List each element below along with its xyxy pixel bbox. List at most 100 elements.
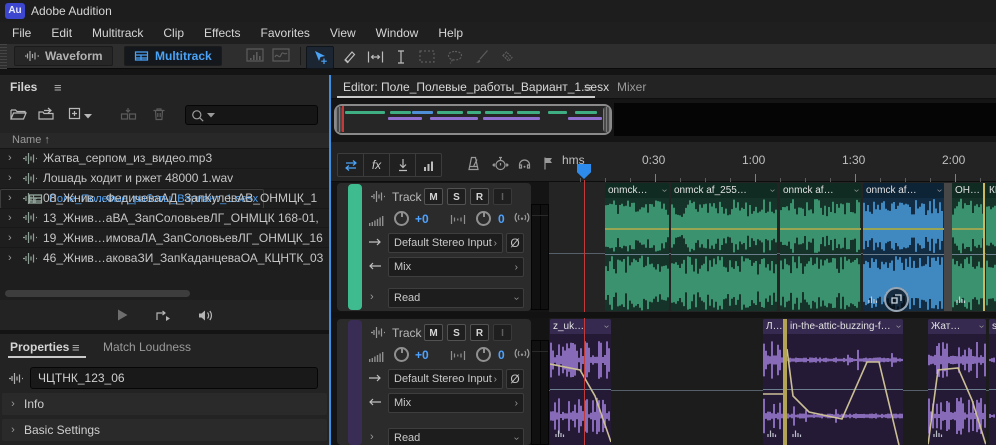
toggle-editor-button[interactable]: [337, 153, 364, 177]
menu-edit[interactable]: Edit: [41, 22, 82, 44]
clip-track1-2[interactable]: onmck af_255…›: [671, 183, 777, 311]
marquee-tool-button[interactable]: [414, 46, 440, 67]
track1-automation-expander[interactable]: ›: [370, 291, 374, 303]
track1-mute-button[interactable]: M: [424, 188, 443, 205]
track2-input-monitor-button[interactable]: I: [493, 324, 512, 341]
navigator-right-handle[interactable]: [603, 107, 610, 132]
section-info[interactable]: ›Info: [2, 393, 327, 415]
file-row[interactable]: › 46_Жнив…аковаЗИ_ЗапКаданцеваОА_КЦНТК_0…: [0, 248, 329, 268]
mixdown-button[interactable]: [389, 153, 416, 177]
clip-edge-marker[interactable]: [983, 183, 985, 311]
lasso-tool-button[interactable]: [442, 46, 468, 67]
properties-name-input[interactable]: ЧЦТНК_123_06: [30, 367, 318, 389]
track2-color-strip[interactable]: [348, 320, 362, 445]
track1-pan-knob[interactable]: [476, 211, 491, 226]
import-files-icon[interactable]: [38, 107, 56, 120]
track2-automation-expander[interactable]: ›: [370, 431, 374, 443]
file-row[interactable]: › Жатва_серпом_из_видео.mp3: [0, 149, 329, 169]
editor-tab-menu-icon[interactable]: ≡: [584, 80, 592, 95]
marker-icon[interactable]: [541, 156, 554, 170]
move-tool-button[interactable]: [306, 46, 334, 69]
menu-multitrack[interactable]: Multitrack: [82, 22, 153, 44]
tab-match-loudness[interactable]: Match Loudness: [103, 340, 191, 354]
clip-track1-5[interactable]: ОН…: [952, 183, 985, 311]
volume-envelope[interactable]: [605, 228, 669, 230]
files-search-input[interactable]: [185, 105, 318, 125]
clip-track2-2[interactable]: Л…: [763, 319, 785, 445]
volume-envelope[interactable]: [863, 228, 944, 230]
timeline-ruler[interactable]: hms 0:30 1:00 1:30 2:00: [560, 148, 996, 182]
volume-envelope[interactable]: [787, 334, 903, 445]
files-panel-menu-icon[interactable]: ≡: [54, 80, 62, 95]
menu-file[interactable]: File: [2, 22, 41, 44]
track2-volume-knob[interactable]: [394, 347, 409, 362]
clip-menu-icon[interactable]: ›: [976, 325, 986, 328]
spectral-pitch-icon[interactable]: [272, 48, 290, 62]
play-icon[interactable]: [116, 308, 129, 322]
track1-monitor-icon[interactable]: [514, 212, 532, 223]
spot-healing-tool-button[interactable]: [494, 46, 520, 67]
clip-menu-icon[interactable]: ›: [601, 325, 611, 328]
track1-solo-button[interactable]: S: [447, 188, 466, 205]
speaker-icon[interactable]: [197, 309, 213, 322]
clip-track2-3[interactable]: in-the-attic-buzzing-f…›: [787, 319, 903, 445]
clip-menu-icon[interactable]: ›: [851, 189, 861, 192]
menu-clip[interactable]: Clip: [153, 22, 194, 44]
track1-input-monitor-button[interactable]: I: [493, 188, 512, 205]
track2-input-select[interactable]: Default Stereo Input›: [388, 369, 503, 389]
track2-pan-value[interactable]: 0: [498, 348, 505, 362]
clip-gain-icon[interactable]: [867, 290, 879, 308]
waveform-view-button[interactable]: Waveform: [14, 46, 113, 66]
track1-phase-button[interactable]: Ø: [506, 233, 524, 253]
track1-automation-select[interactable]: Read›: [388, 288, 524, 308]
volume-envelope[interactable]: [780, 228, 861, 230]
files-hscrollbar-thumb[interactable]: [5, 290, 190, 297]
autoplay-loop-icon[interactable]: [155, 309, 171, 322]
track2-phase-button[interactable]: Ø: [506, 369, 524, 389]
clip-track1-3[interactable]: onmck af…›: [780, 183, 861, 311]
insert-into-multitrack-icon[interactable]: [120, 107, 137, 120]
track2-pan-knob[interactable]: [476, 347, 491, 362]
track1-color-strip[interactable]: [348, 184, 362, 310]
menu-favorites[interactable]: Favorites: [251, 22, 320, 44]
volume-envelope[interactable]: [952, 228, 985, 230]
clip-track2-1[interactable]: z_uk…›: [550, 319, 611, 445]
clip-menu-icon[interactable]: ›: [893, 325, 903, 328]
tab-properties[interactable]: Properties: [10, 340, 69, 354]
files-name-column-header[interactable]: Name ↑: [0, 133, 329, 149]
menu-view[interactable]: View: [320, 22, 366, 44]
menu-effects[interactable]: Effects: [194, 22, 250, 44]
file-row[interactable]: › 13_Жнив…аВА_ЗапСоловьевЛГ_ОНМЦК 168-01…: [0, 209, 329, 229]
metering-button[interactable]: [415, 153, 442, 177]
clip-gain-icon[interactable]: [932, 424, 944, 442]
clip-menu-icon[interactable]: ›: [767, 189, 777, 192]
new-item-caret-icon[interactable]: [84, 114, 92, 119]
clip-track2-4[interactable]: Жат…›: [928, 319, 986, 445]
track2-record-button[interactable]: R: [470, 324, 489, 341]
clip-gain-icon[interactable]: [554, 424, 566, 442]
time-selection-tool-button[interactable]: [388, 46, 414, 67]
tab-editor[interactable]: Editor: Поле_Полевые_работы_Вариант_1.se…: [343, 80, 609, 94]
track2-monitor-icon[interactable]: [514, 348, 532, 359]
spectral-frequency-icon[interactable]: [246, 48, 264, 62]
open-file-icon[interactable]: [10, 107, 27, 120]
volume-envelope[interactable]: [671, 228, 777, 230]
track2-volume-value[interactable]: +0: [415, 348, 429, 362]
track1-pan-value[interactable]: 0: [498, 212, 505, 226]
section-basic-settings[interactable]: ›Basic Settings: [2, 419, 327, 441]
razor-tool-button[interactable]: [336, 46, 362, 67]
clip-boundary-marker[interactable]: [783, 319, 787, 445]
clip-gain-icon[interactable]: [791, 424, 803, 442]
file-row[interactable]: › 19_Жнив…имоваЛА_ЗапСоловьевЛГ_ОНМЦК_16: [0, 228, 329, 248]
track1-input-select[interactable]: Default Stereo Input›: [388, 233, 503, 253]
track1-record-button[interactable]: R: [470, 188, 489, 205]
clip-track1-6[interactable]: КЦ…: [986, 183, 996, 311]
slip-tool-button[interactable]: [362, 46, 388, 67]
paintbrush-tool-button[interactable]: [468, 46, 494, 67]
menu-help[interactable]: Help: [428, 22, 473, 44]
fx-button[interactable]: fx: [363, 153, 390, 177]
file-row[interactable]: › 08_Жнив…ФедичеваАД_ЗапКулевАВ_ОНМЦК_1: [0, 189, 329, 209]
multitrack-view-button[interactable]: Multitrack: [124, 46, 222, 66]
track2-automation-select[interactable]: Read›: [388, 428, 524, 445]
new-item-icon[interactable]: [68, 107, 82, 120]
